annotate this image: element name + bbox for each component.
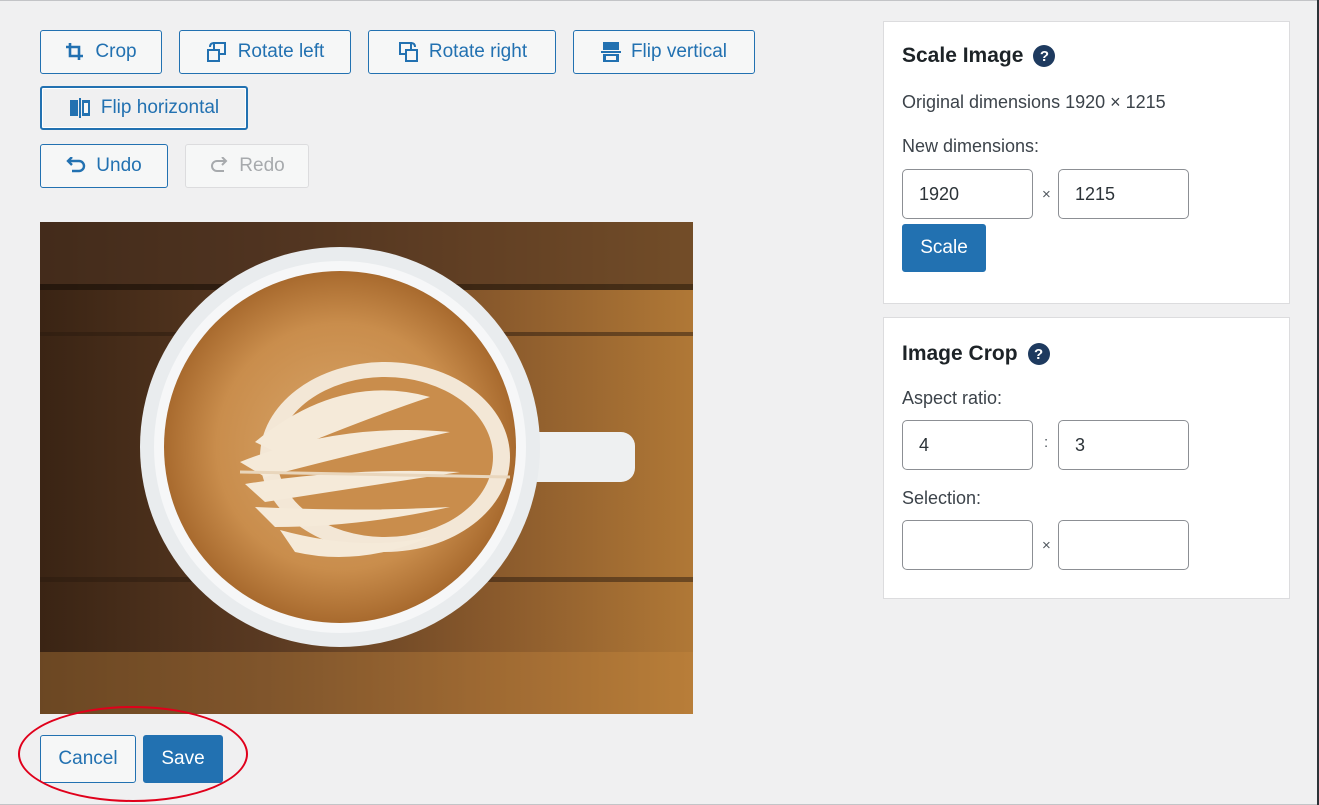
redo-button[interactable]: Redo (185, 144, 309, 188)
new-dimensions-label: New dimensions: (902, 136, 1040, 156)
frame-top-border (0, 0, 1319, 1)
image-crop-panel: Image Crop ? Aspect ratio: 4 : 3 Selecti… (883, 317, 1290, 599)
save-button[interactable]: Save (143, 735, 223, 783)
redo-label: Redo (239, 155, 285, 176)
scale-image-panel: Scale Image ? Original dimensions 1920 ×… (883, 21, 1290, 304)
dimension-separator: × (1042, 186, 1051, 203)
selection-height-input[interactable] (1058, 520, 1189, 570)
original-dimensions: Original dimensions 1920 × 1215 (902, 92, 1166, 112)
scale-image-title-text: Scale Image (902, 44, 1024, 67)
scale-width-input[interactable]: 1920 (902, 169, 1033, 219)
scale-image-title: Scale Image ? (902, 44, 1056, 68)
crop-label: Crop (95, 41, 137, 62)
rotate-right-button[interactable]: Rotate right (368, 30, 556, 74)
redo-icon (209, 157, 229, 175)
rotate-left-label: Rotate left (237, 41, 325, 62)
rotate-left-icon (206, 41, 228, 63)
rotate-left-button[interactable]: Rotate left (179, 30, 351, 74)
scale-button[interactable]: Scale (902, 224, 986, 272)
aspect-separator: : (1044, 434, 1049, 451)
flip-horizontal-button[interactable]: Flip horizontal (40, 86, 248, 130)
aspect-ratio-label: Aspect ratio: (902, 388, 1003, 408)
undo-button[interactable]: Undo (40, 144, 168, 188)
latte-photo (40, 222, 693, 714)
rotate-right-icon (397, 41, 419, 63)
aspect-ratio-height-input[interactable]: 3 (1058, 420, 1189, 470)
crop-button[interactable]: Crop (40, 30, 162, 74)
selection-width-input[interactable] (902, 520, 1033, 570)
cancel-button[interactable]: Cancel (40, 735, 136, 783)
help-icon[interactable]: ? (1027, 343, 1050, 365)
image-preview[interactable] (40, 222, 693, 714)
selection-separator: × (1042, 537, 1051, 554)
flip-vertical-label: Flip vertical (630, 41, 728, 62)
scale-button-label: Scale (920, 237, 968, 258)
undo-icon (66, 157, 86, 175)
image-crop-title: Image Crop ? (902, 342, 1050, 366)
flip-horizontal-label: Flip horizontal (100, 97, 220, 118)
flip-vertical-icon (600, 41, 621, 63)
flip-vertical-button[interactable]: Flip vertical (573, 30, 755, 74)
save-label: Save (161, 748, 205, 769)
image-crop-title-text: Image Crop (902, 342, 1018, 365)
undo-label: Undo (96, 155, 142, 176)
help-icon[interactable]: ? (1033, 45, 1056, 67)
crop-icon (65, 42, 85, 62)
selection-label: Selection: (902, 488, 982, 508)
aspect-ratio-width-input[interactable]: 4 (902, 420, 1033, 470)
rotate-right-label: Rotate right (428, 41, 528, 62)
flip-horizontal-icon (69, 98, 91, 118)
cancel-label: Cancel (58, 748, 118, 769)
scale-height-input[interactable]: 1215 (1058, 169, 1189, 219)
